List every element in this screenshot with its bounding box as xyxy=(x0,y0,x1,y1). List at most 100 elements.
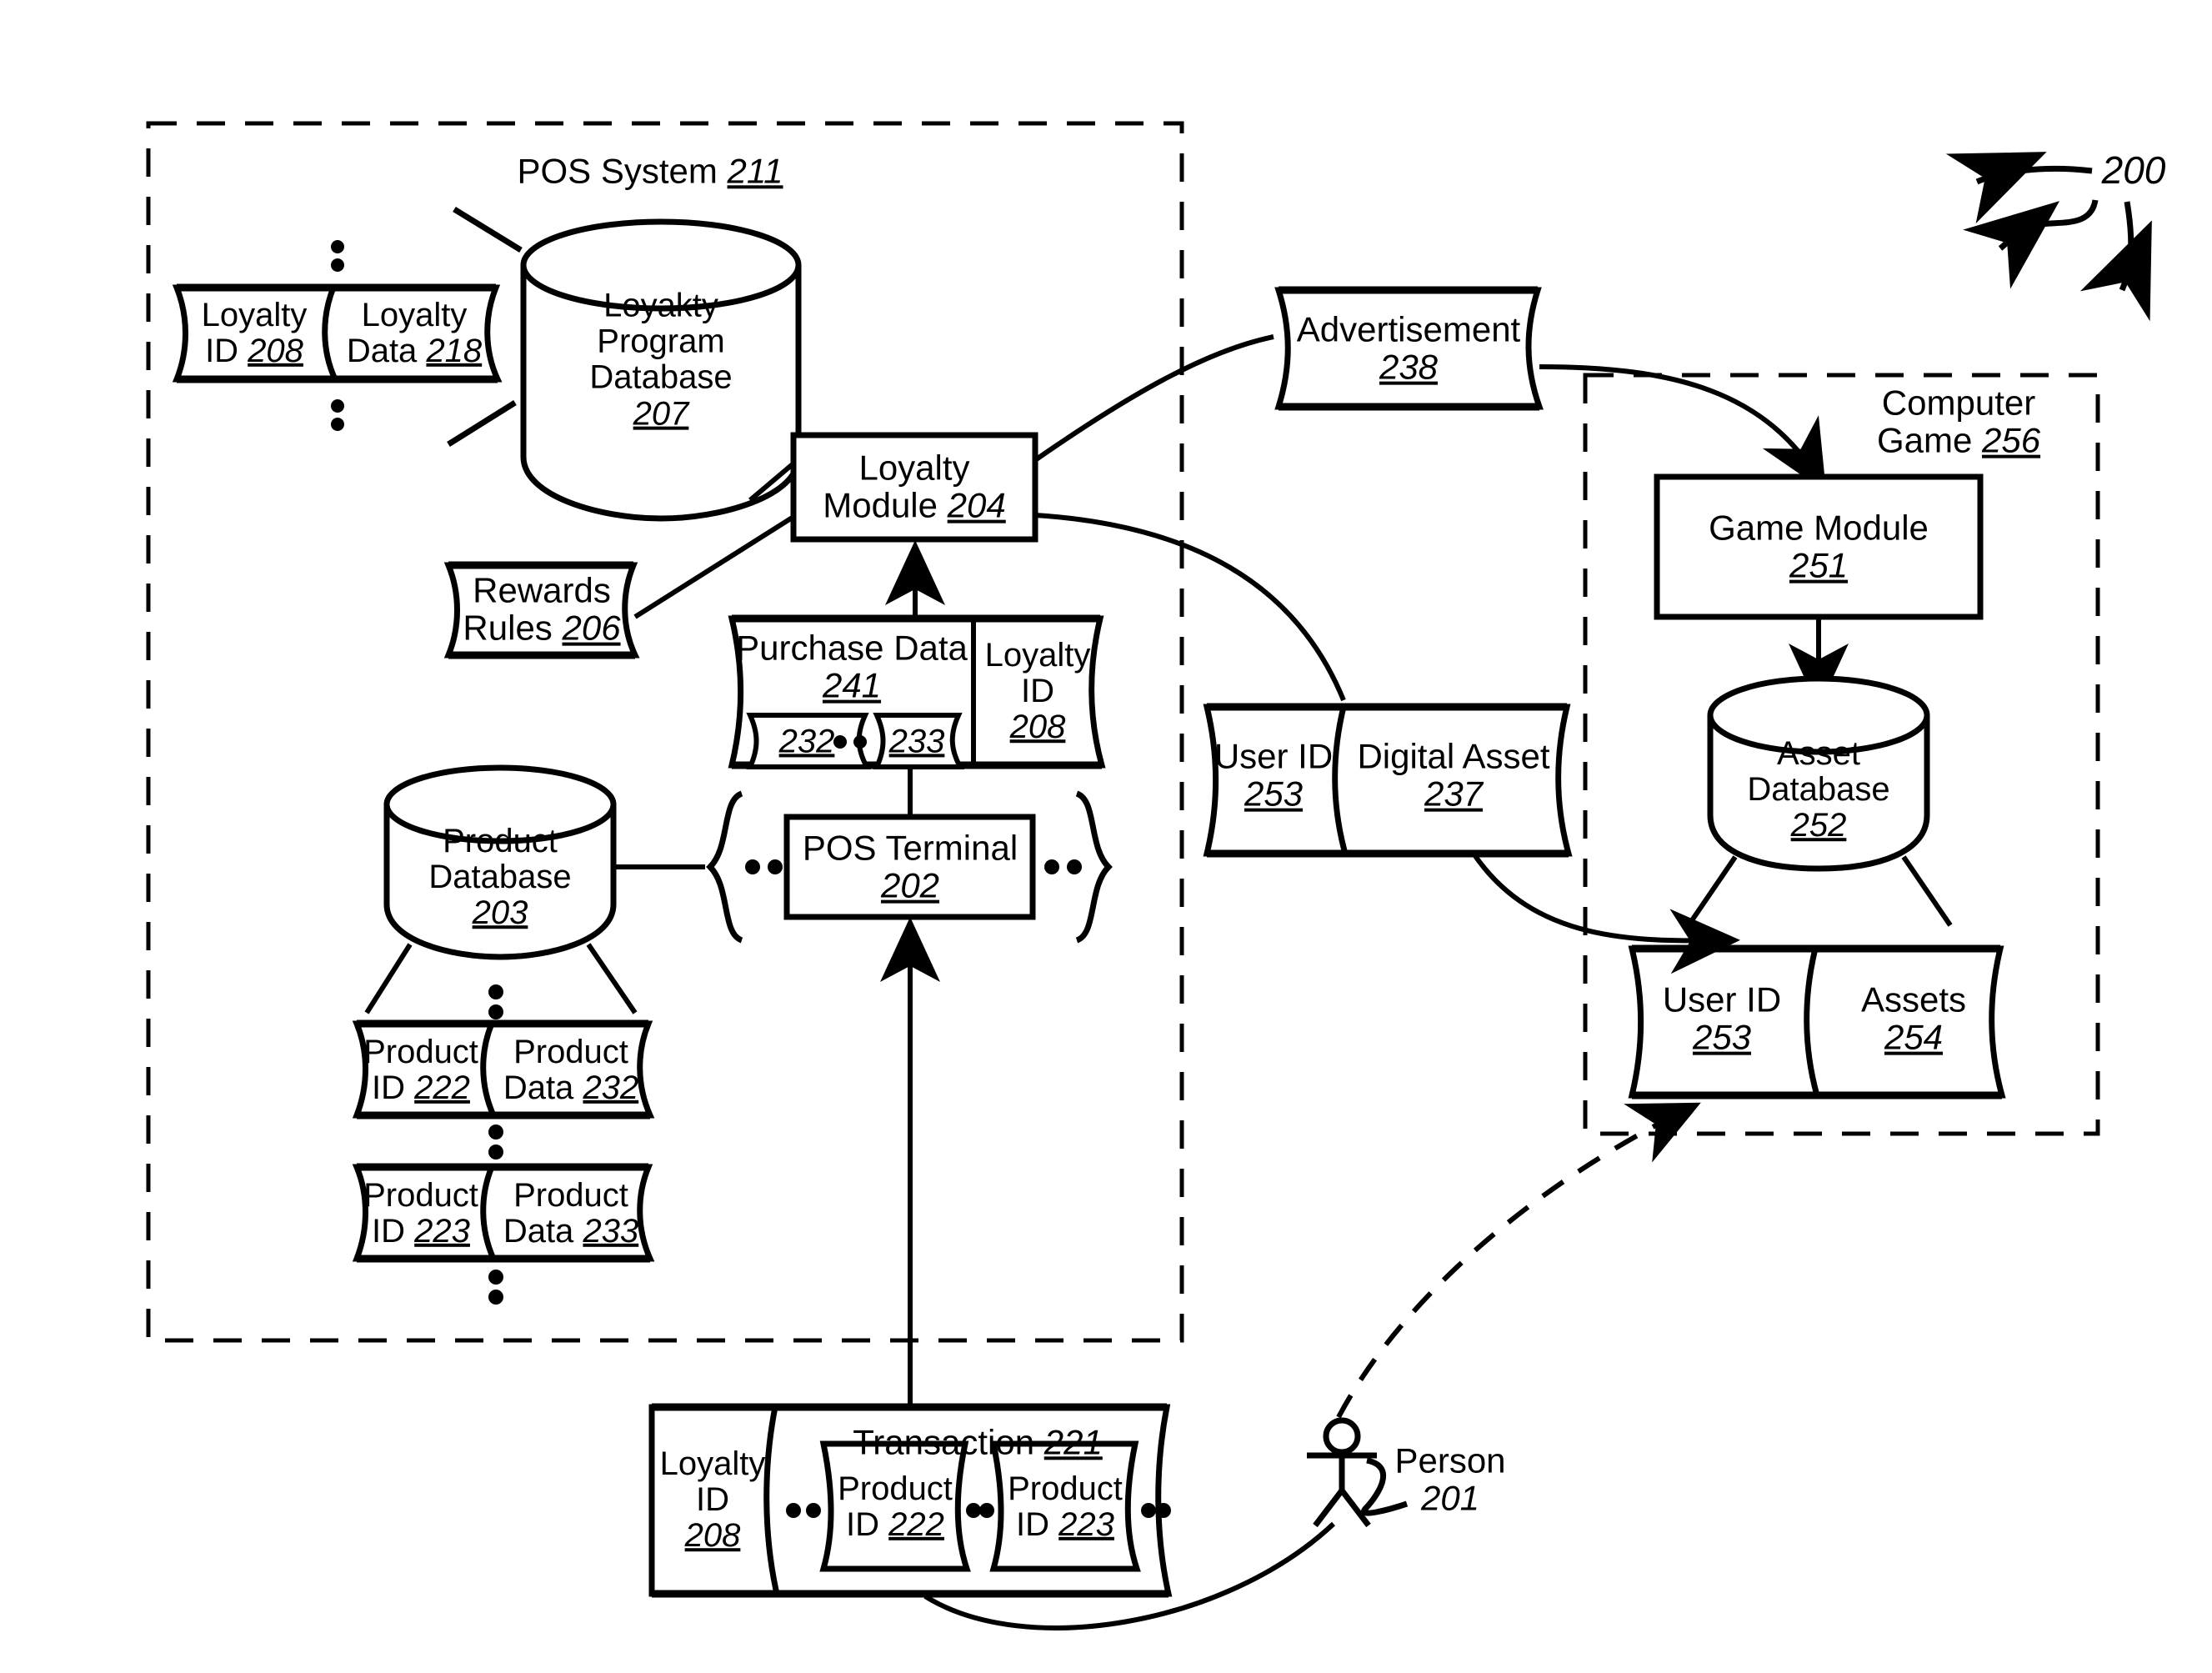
edge-loyaltymodule-advertisement xyxy=(1033,334,1274,463)
loyalty-data-record-right-number: 218 xyxy=(426,333,483,369)
figure-number-leaders xyxy=(1945,152,2152,322)
loyalty-id-record-left: Loyalty ID 208 xyxy=(201,296,308,369)
pos-system-title-label: POS System xyxy=(517,151,718,191)
loyalty-record-ellipsis xyxy=(331,240,344,431)
loyalty-program-database-number: 207 xyxy=(633,395,689,433)
computer-game-boundary xyxy=(1583,373,2100,1136)
purchase-data-item-b: 233 xyxy=(888,723,945,760)
loyalty-id-record-left-label: Loyalty ID xyxy=(201,296,308,369)
loyalty-program-database-label: Loyakty Program Database 207 xyxy=(589,288,732,433)
product-database-title: Product Database xyxy=(428,823,572,896)
pos-terminal-braces xyxy=(706,790,1113,944)
pos-system-boundary xyxy=(146,121,1184,1343)
loyalty-id-field-label: Loyalty ID 208 xyxy=(985,638,1091,746)
product-record-2-right-number: 233 xyxy=(583,1213,639,1250)
pos-terminal-shape xyxy=(783,814,1036,920)
assets-record-right: Assets 254 xyxy=(1860,979,1967,1057)
transaction-product-2: Product ID 223 xyxy=(1008,1470,1123,1543)
computer-game-title: Computer Game 256 xyxy=(1876,383,2041,460)
loyalty-program-database-title: Loyakty Program Database xyxy=(589,287,733,396)
edge-transaction-person xyxy=(923,1521,1336,1630)
product-record-2-left-number: 223 xyxy=(414,1213,470,1250)
transaction-loyalty-id-label: Loyalty ID xyxy=(659,1445,766,1519)
product-database-label: Product Database 203 xyxy=(428,824,571,932)
assets-record-left-label: User ID xyxy=(1662,979,1782,1019)
transaction-number: 221 xyxy=(1043,1422,1103,1462)
asset-db-leader-lines xyxy=(1686,855,1953,927)
product-record-1-right-number: 232 xyxy=(583,1069,639,1106)
asset-database-title: Asset Database xyxy=(1747,735,1890,809)
assets-record-right-label: Assets xyxy=(1860,979,1967,1019)
pos-terminal-ellipsis xyxy=(745,859,1082,874)
digital-asset-record-left-label: User ID xyxy=(1214,736,1334,776)
person-label: Person 201 xyxy=(1394,1440,1506,1518)
product-db-leader-lines xyxy=(364,943,638,1014)
digital-asset-record-right: Digital Asset 237 xyxy=(1357,736,1550,814)
transaction-record-shape xyxy=(648,1403,1173,1598)
advertisement-shape xyxy=(1274,286,1544,411)
loyalty-program-database-shape xyxy=(520,218,802,522)
patent-figure-200: 200 POS System 211 Computer Game 256 Loy… xyxy=(0,0,2212,1673)
product-record-1-right-label: Product Data xyxy=(503,1033,628,1106)
person-leader-line xyxy=(1360,1457,1409,1516)
asset-database-number: 252 xyxy=(1790,807,1847,844)
product-record-1-right: Product Data 232 xyxy=(503,1034,638,1106)
product-record-2-shape xyxy=(352,1163,655,1263)
edge-rewardsrules-loyaltymodule xyxy=(633,514,795,619)
edge-loyaltydb-loyaltymodule xyxy=(748,461,795,503)
loyalty-module-title: Loyalty Module xyxy=(823,448,970,525)
assets-record-shape xyxy=(1628,944,2006,1099)
product-record-2-left-label: Product ID xyxy=(363,1176,478,1250)
person-number: 201 xyxy=(1420,1479,1480,1518)
purchase-data-record-shape xyxy=(728,614,1106,769)
loyalty-db-leader-lines xyxy=(447,207,523,447)
edge-advertisement-gamemodule xyxy=(1539,364,1827,493)
product-record-1-left-label: Product ID xyxy=(363,1033,478,1106)
digital-asset-record-left-number: 253 xyxy=(1244,774,1304,814)
asset-database-shape xyxy=(1707,675,1930,872)
transaction-loyalty-id-number: 208 xyxy=(684,1517,741,1555)
product-database-number: 203 xyxy=(472,894,528,932)
purchase-data-item-a: 232 xyxy=(778,723,835,760)
loyalty-module-number: 204 xyxy=(947,486,1006,525)
pos-system-title: POS System 211 xyxy=(517,152,783,189)
pos-terminal-title: POS Terminal xyxy=(802,828,1018,868)
rewards-rules-shape xyxy=(443,561,640,659)
purchase-data-number: 241 xyxy=(822,666,882,705)
digital-asset-record-left: User ID 253 xyxy=(1214,736,1334,814)
edge-person-assetsrecord xyxy=(1336,1102,1701,1419)
edge-loyaltymodule-digitalasset xyxy=(1034,513,1346,702)
product-record-1-shape xyxy=(352,1019,655,1120)
product-record-1-left-number: 222 xyxy=(414,1069,470,1106)
product-database-shape xyxy=(383,764,617,960)
game-module-number: 251 xyxy=(1789,546,1849,585)
purchase-data-label: Purchase Data 241 xyxy=(736,629,968,705)
purchase-data-title: Purchase Data xyxy=(736,628,968,668)
product-record-2-left: Product ID 223 xyxy=(363,1176,478,1250)
game-module-title: Game Module xyxy=(1709,508,1929,548)
transaction-product-1: Product ID 222 xyxy=(838,1470,953,1543)
figure-number: 200 xyxy=(2101,148,2166,193)
transaction-loyalty-id: Loyalty ID 208 xyxy=(660,1446,766,1555)
loyalty-data-record-right-label: Loyalty Data xyxy=(346,296,468,369)
asset-database-label: Asset Database 252 xyxy=(1747,736,1889,844)
computer-game-title-number: 256 xyxy=(1981,421,2041,460)
rewards-rules-number: 206 xyxy=(562,609,621,648)
product-record-1-left: Product ID 222 xyxy=(363,1034,478,1106)
digital-asset-record-right-number: 237 xyxy=(1424,774,1484,814)
rewards-rules-label: Rewards Rules 206 xyxy=(463,571,621,648)
pos-terminal-label: POS Terminal 202 xyxy=(803,829,1018,905)
edge-digitalasset-assetsrecord xyxy=(1471,852,1740,974)
product-records-ellipsis xyxy=(488,984,503,1305)
computer-game-title-label: Computer Game xyxy=(1876,383,2036,460)
loyalty-record-shape xyxy=(172,283,503,383)
transaction-title: Transaction xyxy=(853,1422,1035,1462)
advertisement-title: Advertisement xyxy=(1296,309,1521,349)
advertisement-number: 238 xyxy=(1379,348,1439,387)
pos-terminal-number: 202 xyxy=(880,866,940,905)
game-module-label: Game Module 251 xyxy=(1709,508,1929,585)
pos-system-title-number: 211 xyxy=(727,151,783,191)
diagram-vector-layer xyxy=(146,121,2152,1630)
digital-asset-record-right-label: Digital Asset xyxy=(1357,736,1550,776)
person-title: Person xyxy=(1394,1440,1506,1480)
